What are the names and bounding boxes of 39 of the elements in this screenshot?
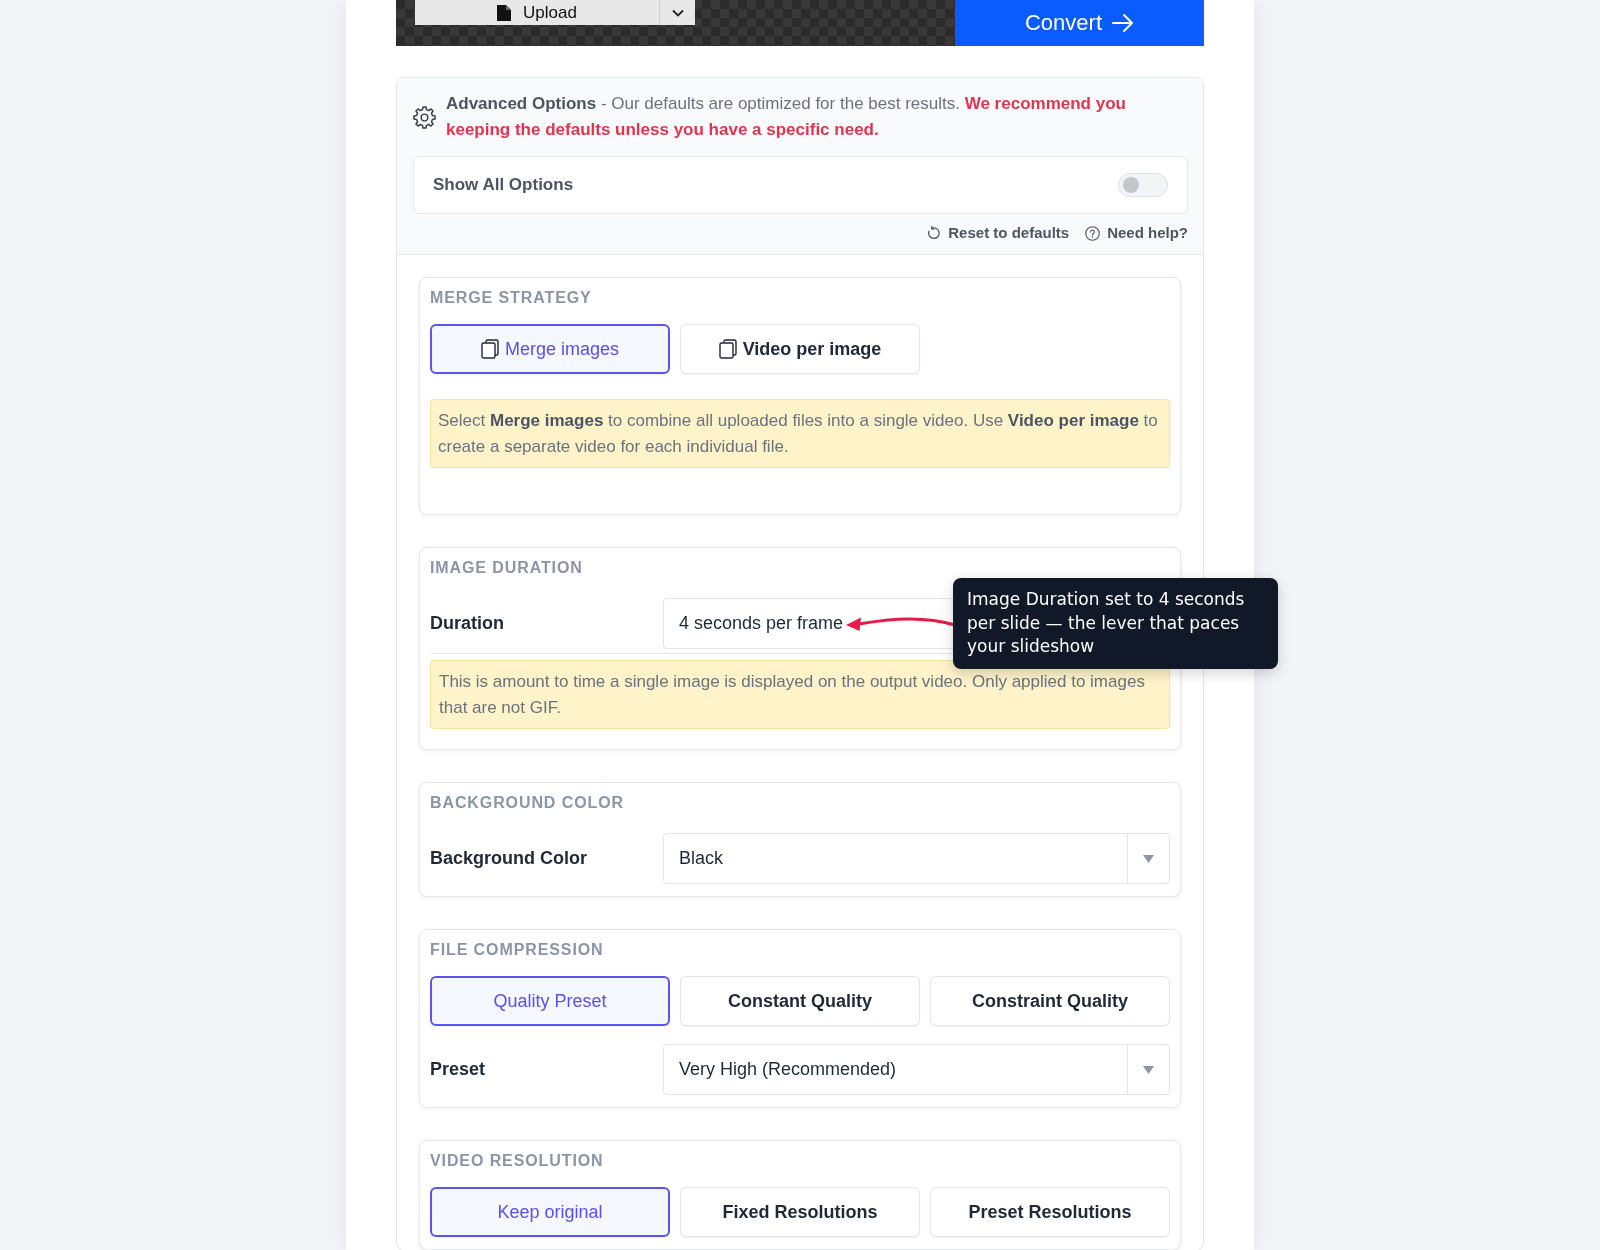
caret-icon	[671, 8, 684, 17]
option-button[interactable]: Merge images	[430, 324, 670, 374]
stacked-pages-icon	[718, 339, 737, 359]
option-button[interactable]: Quality Preset	[430, 976, 670, 1026]
tooltip: Image Duration set to 4 seconds per slide — the lever that paces your slideshow	[953, 578, 1278, 669]
section-title: VIDEO RESOLUTION	[430, 1151, 605, 1171]
help-icon	[1085, 225, 1101, 241]
field-label: Background Color	[430, 848, 588, 869]
option-button[interactable]: Keep original	[430, 1187, 670, 1237]
convert-button[interactable]: Convert	[955, 0, 1204, 46]
caret-icon	[1143, 854, 1154, 863]
caret-icon	[1143, 1065, 1154, 1074]
option-button[interactable]: Preset Resolutions	[930, 1187, 1170, 1237]
reset-icon	[926, 225, 942, 241]
section-title: BACKGROUND COLOR	[430, 793, 625, 813]
help-link[interactable]: Need help?	[1085, 224, 1188, 242]
section-title: IMAGE DURATION	[430, 558, 584, 578]
option-button[interactable]: Fixed Resolutions	[680, 1187, 920, 1237]
gear-icon	[413, 105, 436, 129]
toggle-switch[interactable]	[1118, 173, 1168, 197]
option-button[interactable]: Video per image	[680, 324, 920, 374]
info-note: Select Merge images to combine all uploaded files into a single video. Use Video per image to create a separate video for each individual file.	[430, 399, 1170, 468]
field-label: Duration	[430, 613, 505, 634]
dropdown-button[interactable]	[659, 0, 695, 25]
option-label: Show All Options	[433, 175, 574, 195]
dropdown-select[interactable]: Very High (Recommended)	[663, 1044, 1170, 1095]
option-button[interactable]: Constant Quality	[680, 976, 920, 1026]
upload-button[interactable]: Upload	[415, 0, 659, 25]
reset-link[interactable]: Reset to defaults	[926, 224, 1070, 242]
file-icon	[497, 4, 512, 21]
stacked-pages-icon	[480, 339, 499, 359]
info-note: This is amount to time a single image is displayed on the output video. Only applied to images that are not GIF.	[430, 660, 1170, 729]
option-button[interactable]: Constraint Quality	[930, 976, 1170, 1026]
arrow-right-icon	[1112, 13, 1134, 33]
dropdown-select[interactable]: Black	[663, 833, 1170, 884]
section-title: FILE COMPRESSION	[430, 940, 605, 960]
field-label: Preset	[430, 1059, 487, 1080]
advanced-options-notice: Advanced Options - Our defaults are optimized for the best results. We recommend you keeping the defaults unless you have a specific need.	[446, 93, 1127, 141]
section-title: MERGE STRATEGY	[430, 288, 593, 308]
